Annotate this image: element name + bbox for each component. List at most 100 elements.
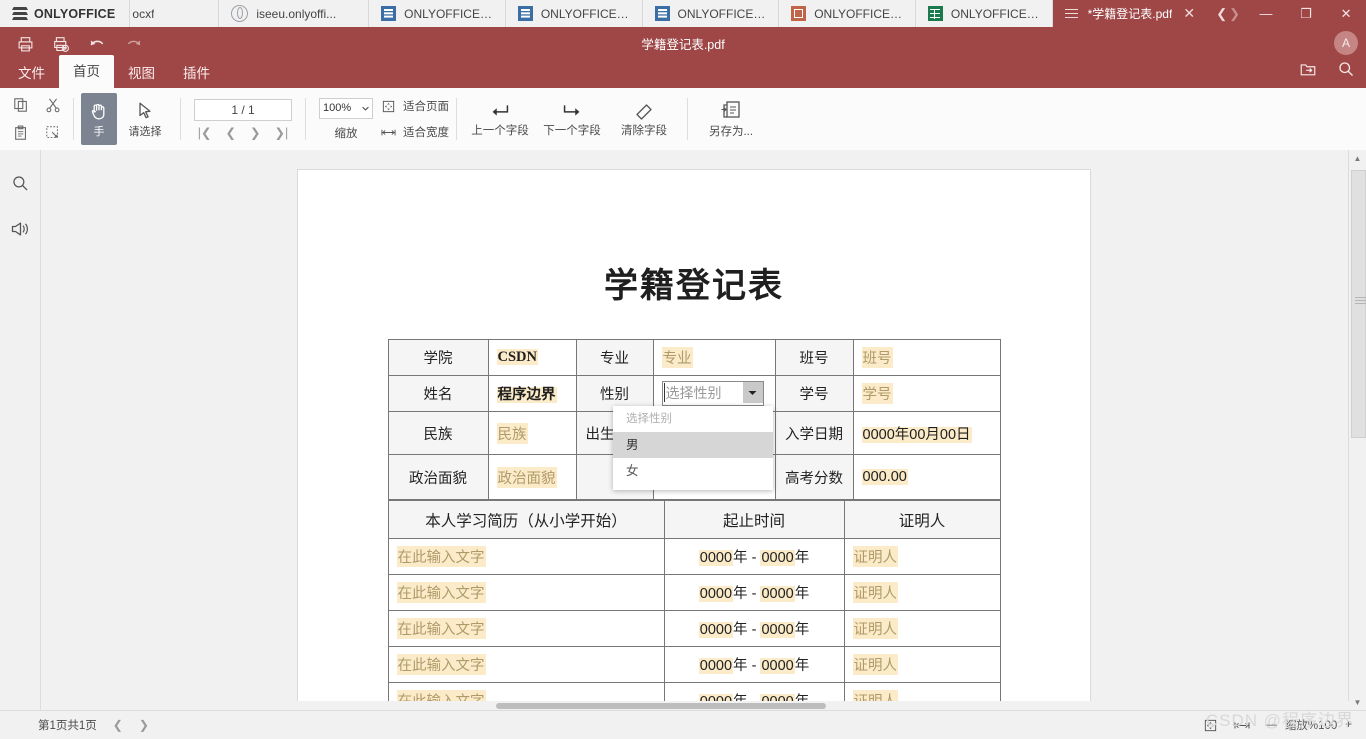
field-period-from[interactable]: 0000 [699, 658, 733, 674]
cell-value-ethnicity[interactable]: 民族 [488, 412, 576, 455]
prev-page-icon[interactable]: ❮ [226, 125, 236, 140]
select-all-icon[interactable] [40, 121, 66, 145]
last-page-icon[interactable]: ❯| [274, 125, 288, 140]
cell-history-witness[interactable]: 证明人 [844, 575, 1000, 611]
field-witness[interactable]: 证明人 [853, 546, 899, 567]
cell-value-college[interactable]: CSDN [488, 340, 576, 376]
window-tab-active-pdf[interactable]: *学籍登记表.pdf ✕ [1053, 0, 1211, 27]
field-class[interactable]: 班号 [862, 347, 893, 368]
maximize-icon[interactable]: ❐ [1286, 0, 1326, 27]
cell-history-period[interactable]: 0000年 - 0000年 [664, 575, 844, 611]
field-period-from[interactable]: 0000 [699, 586, 733, 602]
cell-value-enrolldate[interactable]: 0000年00月00日 [853, 412, 1000, 455]
window-tab-2[interactable]: ONLYOFFICE ... [369, 0, 506, 27]
cell-history-period[interactable]: 0000年 - 0000年 [664, 611, 844, 647]
fit-width-button[interactable]: 适合宽度 [381, 124, 449, 140]
cell-value-class[interactable]: 班号 [853, 340, 1000, 376]
status-prev-page-icon[interactable]: ❮ [113, 718, 123, 732]
open-location-icon[interactable] [1296, 57, 1320, 81]
status-next-page-icon[interactable]: ❯ [139, 718, 149, 732]
chevron-down-icon[interactable] [743, 382, 763, 403]
window-tab-0[interactable]: ocxf [130, 0, 219, 27]
field-name[interactable]: 程序边界 [497, 387, 557, 403]
paste-icon[interactable] [8, 121, 34, 145]
cell-value-score[interactable]: 000.00 [853, 455, 1000, 500]
dropdown-item-female[interactable]: 女 [613, 458, 773, 484]
field-period-to[interactable]: 0000 [760, 658, 794, 674]
field-period-to[interactable]: 0000 [760, 586, 794, 602]
field-major[interactable]: 专业 [662, 347, 693, 368]
close-icon[interactable]: ✕ [1180, 5, 1198, 23]
field-history-desc[interactable]: 在此输入文字 [397, 582, 486, 603]
next-field-button[interactable]: 下一个字段 [536, 93, 608, 145]
hand-tool-button[interactable]: 手 [81, 93, 117, 145]
field-political[interactable]: 政治面貌 [497, 467, 557, 488]
dropdown-item-placeholder[interactable]: 选择性别 [613, 406, 773, 432]
gender-dropdown-menu[interactable]: 选择性别 男 女 [613, 406, 773, 490]
prev-field-button[interactable]: 上一个字段 [464, 93, 536, 145]
cell-value-student-id[interactable]: 学号 [853, 376, 1000, 412]
window-tab-1[interactable]: iseeu.onlyoffi... [219, 0, 369, 27]
field-period-to[interactable]: 0000 [760, 622, 794, 638]
field-history-desc[interactable]: 在此输入文字 [397, 546, 486, 567]
zoom-select[interactable]: 100% [319, 98, 373, 119]
vertical-scrollbar[interactable]: ▲ ▼ [1348, 150, 1366, 711]
field-history-desc[interactable]: 在此输入文字 [397, 618, 486, 639]
field-period-to[interactable]: 0000 [760, 550, 794, 566]
next-page-icon[interactable]: ❯ [250, 125, 260, 140]
fit-page-button[interactable]: 适合页面 [381, 98, 449, 114]
field-period-from[interactable]: 0000 [699, 622, 733, 638]
first-page-icon[interactable]: |❮ [198, 125, 212, 140]
horizontal-scroll-thumb[interactable] [496, 703, 826, 709]
tab-nav-next-icon[interactable]: ❯ [1229, 6, 1240, 22]
field-enrolldate[interactable]: 0000年00月00日 [862, 427, 972, 443]
copy-icon[interactable] [8, 93, 34, 117]
avatar[interactable]: A [1334, 31, 1358, 55]
dropdown-item-male[interactable]: 男 [613, 432, 773, 458]
cell-value-political[interactable]: 政治面貌 [488, 455, 576, 500]
tab-view[interactable]: 视图 [114, 59, 169, 88]
scroll-down-icon[interactable]: ▼ [1349, 694, 1366, 711]
field-ethnicity[interactable]: 民族 [497, 423, 528, 444]
save-as-button[interactable]: 另存为... [695, 93, 767, 145]
field-witness[interactable]: 证明人 [853, 654, 899, 675]
field-witness[interactable]: 证明人 [853, 582, 899, 603]
field-history-desc[interactable]: 在此输入文字 [397, 654, 486, 675]
gender-select-widget[interactable]: 选择性别 [662, 381, 764, 406]
window-tab-6[interactable]: ONLYOFFICE ... [916, 0, 1053, 27]
zoom-in-button[interactable]: + [1345, 719, 1352, 731]
cell-history-witness[interactable]: 证明人 [844, 647, 1000, 683]
field-witness[interactable]: 证明人 [853, 618, 899, 639]
page-number-input[interactable]: 1 / 1 [194, 99, 292, 121]
cell-history-desc[interactable]: 在此输入文字 [388, 611, 664, 647]
field-period-from[interactable]: 0000 [699, 550, 733, 566]
fit-page-icon[interactable] [1201, 716, 1219, 734]
tab-home[interactable]: 首页 [59, 55, 114, 88]
fit-width-icon[interactable] [1233, 716, 1251, 734]
tab-file[interactable]: 文件 [4, 59, 59, 88]
field-score[interactable]: 000.00 [862, 469, 908, 485]
cell-history-period[interactable]: 0000年 - 0000年 [664, 539, 844, 575]
window-tab-4[interactable]: ONLYOFFICE ... [643, 0, 780, 27]
cell-value-name[interactable]: 程序边界 [488, 376, 576, 412]
vertical-scroll-thumb[interactable] [1351, 170, 1366, 438]
clear-field-button[interactable]: 清除字段 [608, 93, 680, 145]
tab-plugins[interactable]: 插件 [169, 59, 224, 88]
window-close-icon[interactable]: ✕ [1326, 0, 1366, 27]
tab-nav-prev-icon[interactable]: ❮ [1216, 6, 1227, 22]
select-tool-button[interactable]: 请选择 [117, 93, 173, 145]
cut-icon[interactable] [40, 93, 66, 117]
cell-history-desc[interactable]: 在此输入文字 [388, 539, 664, 575]
window-tab-5[interactable]: ONLYOFFICE ... [779, 0, 916, 27]
announcement-icon[interactable] [7, 216, 33, 242]
cell-history-desc[interactable]: 在此输入文字 [388, 647, 664, 683]
minimize-icon[interactable]: — [1246, 0, 1286, 27]
document-viewport[interactable]: 学籍登记表 学院 CSDN 专业 专业 班号 班号 姓名 程序边界 [41, 150, 1349, 711]
field-student-id[interactable]: 学号 [862, 383, 893, 404]
cell-history-period[interactable]: 0000年 - 0000年 [664, 647, 844, 683]
cell-value-major[interactable]: 专业 [653, 340, 775, 376]
search-icon[interactable] [7, 170, 33, 196]
cell-history-witness[interactable]: 证明人 [844, 611, 1000, 647]
window-tab-3[interactable]: ONLYOFFICE ... [506, 0, 643, 27]
cell-history-witness[interactable]: 证明人 [844, 539, 1000, 575]
